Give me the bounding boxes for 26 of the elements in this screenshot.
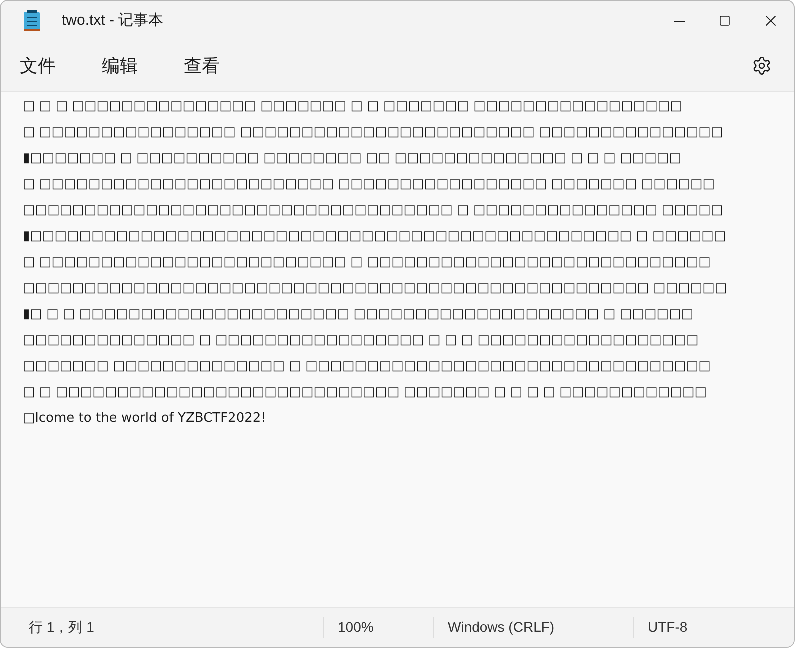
status-text: 100% bbox=[338, 619, 374, 635]
status-text: 行 1，列 1 bbox=[29, 619, 94, 635]
menu-item[interactable]: 查看 bbox=[173, 48, 231, 84]
text-line: ▮□□□□□□□□□□□□□□□□□□□□□□□□□□□□□□□□□□□□□□□□□□□□□□□□□ □ □□□□□□ bbox=[23, 228, 726, 246]
menu-item[interactable]: 文件 bbox=[9, 48, 67, 84]
window-title: two.txt - 记事本 bbox=[62, 10, 164, 31]
text-line: □□□□□□□ □□□□□□□□□□□□□□ □ □□□□□□□□□□□□□□□□□□□□□□□□□□□□□□□□□ bbox=[23, 358, 711, 376]
text-line: □ □□□□□□□□□□□□□□□□ □□□□□□□□□□□□□□□□□□□□□□□□ □□□□□□□□□□□□□□□ bbox=[23, 124, 724, 142]
text-line: □□□□□□□□□□□□□□ □ □□□□□□□□□□□□□□□□□ □ □ □ □□□□□□□□□□□□□□□□□□ bbox=[23, 332, 699, 350]
status-text: UTF-8 bbox=[648, 619, 688, 635]
text-line: □□□□□□□□□□□□□□□□□□□□□□□□□□□□□□□□□□□□□□□□□□□□□□□□□□□ □□□□□□ bbox=[23, 280, 728, 298]
notepad-icon bbox=[23, 10, 41, 32]
menu-item[interactable]: 编辑 bbox=[91, 48, 149, 84]
settings-icon bbox=[752, 56, 772, 76]
text-line: ▮□ □ □ □□□□□□□□□□□□□□□□□□□□□□ □□□□□□□□□□□□□□□□□□□□ □ □□□□□□ bbox=[23, 306, 694, 324]
minimize-icon bbox=[674, 20, 684, 22]
text-editor[interactable] bbox=[1, 91, 794, 607]
maximize-icon bbox=[719, 15, 731, 27]
text-line: □ □□□□□□□□□□□□□□□□□□□□□□□□□ □ □□□□□□□□□□□□□□□□□□□□□□□□□□□□ bbox=[23, 254, 711, 272]
text-line: □lcome to the world of YZBCTF2022! bbox=[23, 410, 266, 428]
status-text: Windows (CRLF) bbox=[448, 619, 555, 635]
text-line: □ □□□□□□□□□□□□□□□□□□□□□□□□ □□□□□□□□□□□□□□□□□ □□□□□□□ □□□□□□ bbox=[23, 176, 716, 194]
text-line: □ □ □□□□□□□□□□□□□□□□□□□□□□□□□□□□ □□□□□□□ □ □ □ □ □□□□□□□□□□□□ bbox=[23, 384, 708, 402]
text-line: □□□□□□□□□□□□□□□□□□□□□□□□□□□□□□□□□□□ □ □□□□□□□□□□□□□□□ □□□□□ bbox=[23, 202, 724, 220]
text-line: ▮□□□□□□□ □ □□□□□□□□□□ □□□□□□□□ □□ □□□□□□□□□□□□□□ □ □ □ □□□□□ bbox=[23, 150, 682, 168]
text-line: □ □ □ □□□□□□□□□□□□□□□ □□□□□□□ □ □ □□□□□□□ □□□□□□□□□□□□□□□□□ bbox=[23, 98, 682, 116]
